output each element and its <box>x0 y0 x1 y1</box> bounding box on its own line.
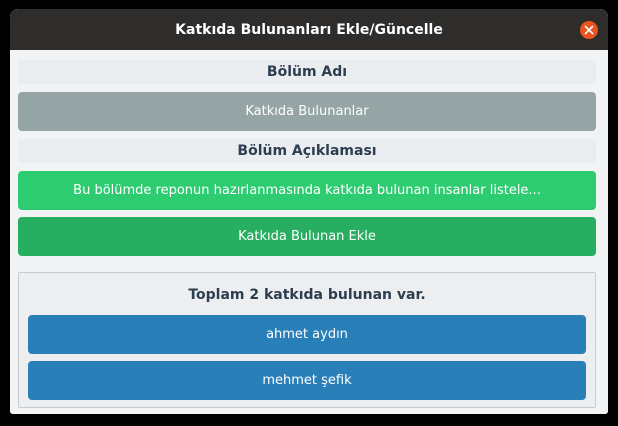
close-icon <box>584 25 594 35</box>
dialog-window: Katkıda Bulunanları Ekle/Güncelle Bölüm … <box>10 9 608 414</box>
section-description-field[interactable]: Bu bölümde reponun hazırlanmasında katkı… <box>18 171 596 210</box>
section-name-label: Bölüm Adı <box>18 60 596 84</box>
window-title: Katkıda Bulunanları Ekle/Güncelle <box>175 21 443 38</box>
section-description-label: Bölüm Açıklaması <box>18 139 596 163</box>
contributor-button-mehmet[interactable]: mehmet şefik <box>28 361 586 400</box>
add-contributor-button[interactable]: Katkıda Bulunan Ekle <box>18 217 596 256</box>
contributors-panel: Toplam 2 katkıda bulunan var. ahmet aydı… <box>18 272 596 408</box>
close-button[interactable] <box>580 21 598 39</box>
title-bar: Katkıda Bulunanları Ekle/Güncelle <box>10 9 608 50</box>
contributors-summary: Toplam 2 katkıda bulunan var. <box>188 287 426 303</box>
section-name-field[interactable]: Katkıda Bulunanlar <box>18 92 596 131</box>
contributor-button-ahmet[interactable]: ahmet aydın <box>28 315 586 354</box>
dialog-content: Bölüm Adı Katkıda Bulunanlar Bölüm Açıkl… <box>10 50 608 414</box>
